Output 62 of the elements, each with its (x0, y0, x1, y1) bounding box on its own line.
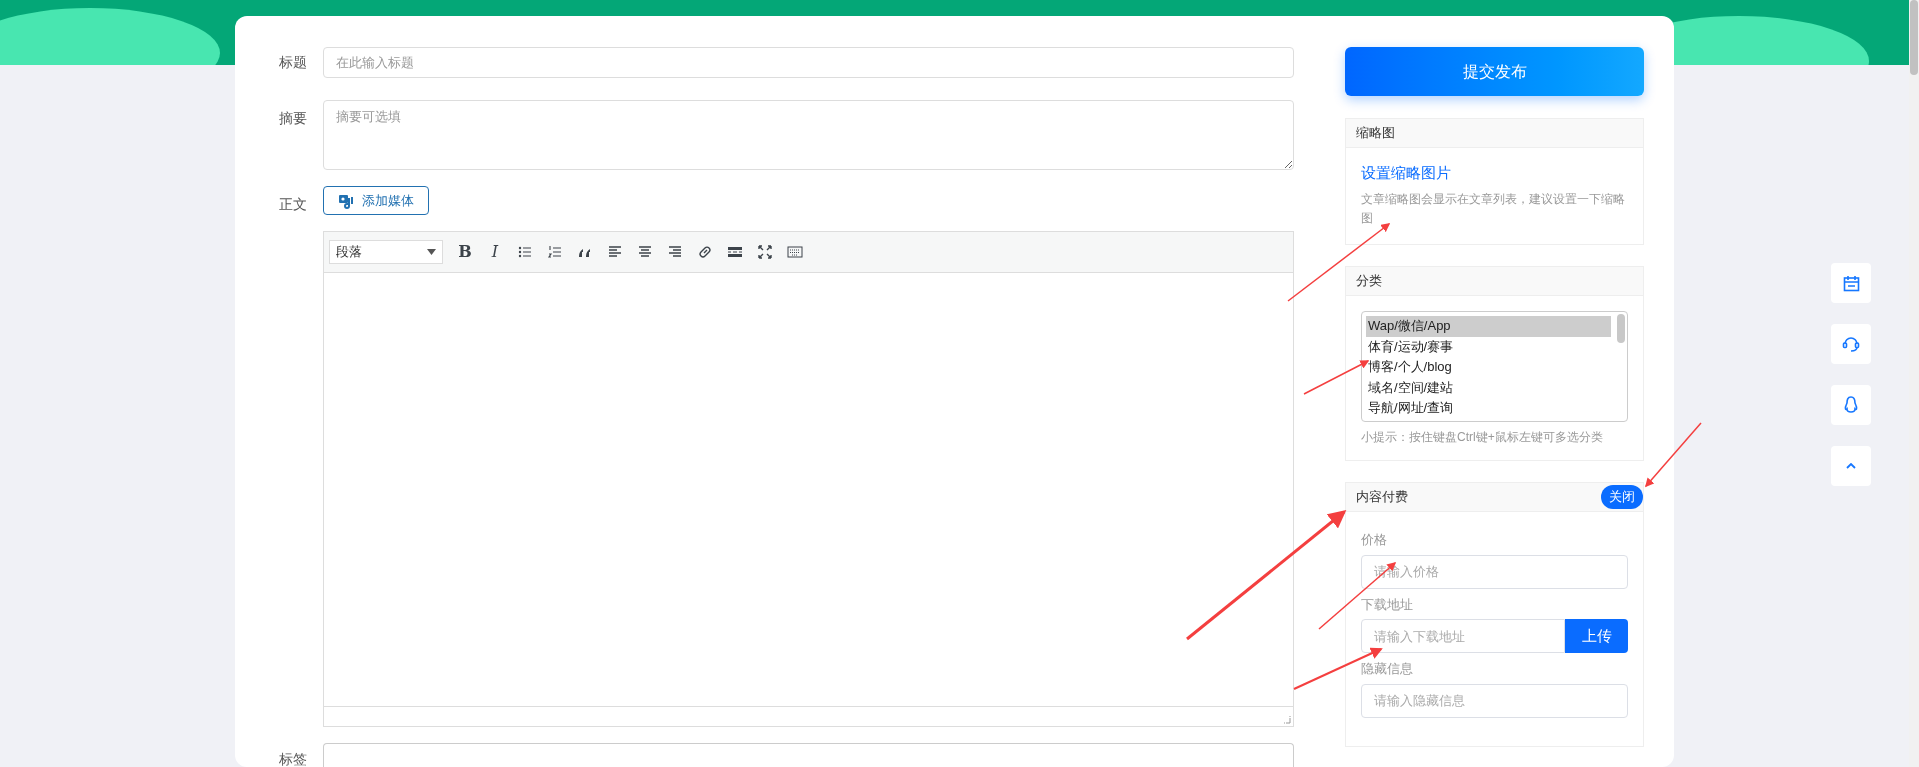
panel-title: 内容付费 (1356, 488, 1408, 507)
tags-input[interactable] (323, 743, 1294, 767)
chevron-up-icon (1846, 463, 1856, 469)
annotation-arrow (1645, 422, 1702, 488)
category-option[interactable]: 博客/个人/blog (1366, 357, 1611, 378)
qq-button[interactable] (1831, 385, 1871, 425)
hint-text: 小提示：按住键盘Ctrl键+鼠标左键可多选分类 (1361, 429, 1604, 446)
title-input[interactable]: 在此输入标题 (323, 47, 1294, 78)
media-icon (338, 192, 354, 209)
panel-title: 缩略图 (1346, 119, 1643, 148)
category-option[interactable]: 域名/空间/建站 (1366, 377, 1611, 398)
category-listbox[interactable]: Wap/微信/App 体育/运动/赛事 博客/个人/blog 域名/空间/建站 导航/网址/查询 (1361, 311, 1628, 422)
calendar-button[interactable] (1831, 263, 1871, 303)
download-url-input[interactable]: 请输入下载地址 (1361, 619, 1566, 653)
field-label: 隐藏信息 (1361, 660, 1414, 678)
toolbar-button[interactable] (637, 244, 653, 260)
panel-title: 分类 (1346, 267, 1643, 296)
toolbar-button[interactable] (697, 244, 713, 260)
toolbar-button[interactable] (607, 244, 623, 260)
dropdown-icon (427, 249, 436, 255)
numbered-list-icon (547, 244, 563, 260)
text-input[interactable]: 请输入隐藏信息 (1361, 683, 1628, 718)
field-label: 标签 (279, 750, 308, 767)
calendar-icon (1842, 274, 1860, 292)
upload-button[interactable]: 上传 (1565, 619, 1628, 653)
toolbar-button[interactable] (667, 244, 683, 260)
keyboard-icon (787, 244, 803, 260)
bold-button[interactable]: B (457, 240, 473, 264)
format-select[interactable]: 段落 (329, 240, 443, 264)
field-label: 摘要 (279, 109, 308, 128)
headset-icon (1842, 335, 1860, 353)
toolbar-button[interactable] (757, 244, 773, 260)
align-right-icon (667, 244, 683, 260)
toolbar-button[interactable] (787, 244, 803, 260)
align-center-icon (637, 244, 653, 260)
fullscreen-icon (757, 244, 773, 260)
field-label: 标题 (279, 53, 308, 72)
read-more-icon (727, 244, 743, 260)
penguin-icon (1844, 396, 1858, 414)
add-media-button[interactable]: 添加媒体 (323, 186, 429, 215)
category-option[interactable]: 体育/运动/赛事 (1366, 336, 1611, 357)
field-label: 正文 (279, 195, 308, 214)
toolbar-button[interactable] (517, 244, 533, 260)
support-button[interactable] (1831, 324, 1871, 364)
resize-handle-icon[interactable] (1282, 715, 1291, 724)
category-option[interactable]: Wap/微信/App (1366, 316, 1611, 337)
bullet-list-icon (517, 244, 533, 260)
link-icon (697, 244, 713, 260)
align-left-icon (607, 244, 623, 260)
field-label: 下载地址 (1361, 595, 1414, 614)
annotation-arrow (1303, 360, 1370, 395)
field-label: 价格 (1361, 531, 1388, 549)
summary-textarea[interactable]: 摘要可选填 (323, 100, 1294, 170)
submit-button[interactable]: 提交发布 (1345, 47, 1644, 96)
toolbar-button[interactable] (727, 244, 743, 260)
scrollbar-thumb[interactable] (1617, 314, 1625, 343)
scrollbar[interactable] (1909, 0, 1919, 767)
set-thumbnail-link[interactable]: 设置缩略图片 (1361, 162, 1628, 185)
category-option[interactable]: 导航/网址/查询 (1366, 398, 1611, 419)
italic-button[interactable]: I (487, 240, 503, 264)
hint-text: 文章缩略图会显示在文章列表，建议设置一下缩略图 (1361, 190, 1626, 227)
toggle-button[interactable]: 关闭 (1601, 485, 1643, 509)
